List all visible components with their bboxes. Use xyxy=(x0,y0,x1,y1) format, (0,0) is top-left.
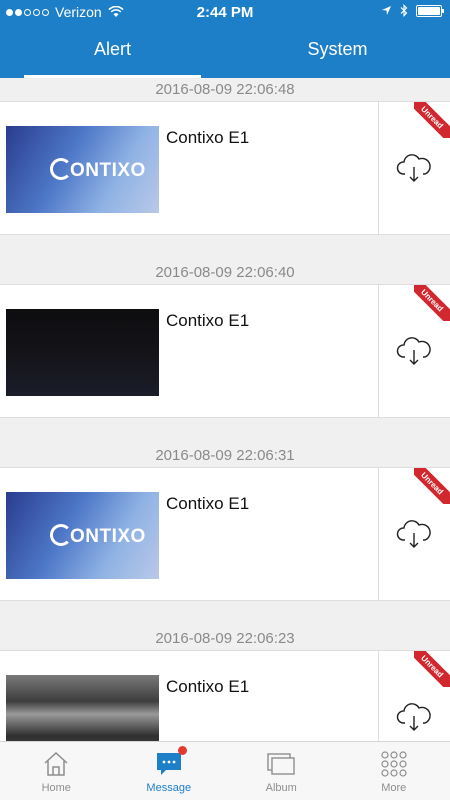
alert-device-name: Contixo E1 xyxy=(166,677,250,696)
nav-message-label: Message xyxy=(146,782,192,794)
cloud-download-icon[interactable] xyxy=(396,333,432,369)
unread-ribbon: Unread xyxy=(414,285,450,321)
alert-thumbnail[interactable]: ONTIXO xyxy=(6,492,159,579)
location-arrow-icon xyxy=(382,6,391,15)
divider xyxy=(378,468,379,600)
divider xyxy=(378,285,379,417)
divider xyxy=(378,651,379,741)
alert-device-name: Contixo E1 xyxy=(166,311,250,330)
alert-thumbnail[interactable]: ONTIXO xyxy=(6,126,159,213)
unread-ribbon: Unread xyxy=(414,468,450,504)
alert-card[interactable]: Contixo E1 Unread xyxy=(0,650,450,741)
unread-ribbon: Unread xyxy=(414,651,450,687)
alert-thumbnail[interactable] xyxy=(6,309,159,396)
alert-timestamp: 2016-08-09 22:06:48 xyxy=(155,81,295,98)
bluetooth-icon xyxy=(400,4,408,17)
nav-more[interactable]: More xyxy=(338,742,450,800)
nav-home[interactable]: Home xyxy=(0,742,113,800)
alert-card[interactable]: ONTIXO Contixo E1 Unread xyxy=(0,101,450,235)
alert-timestamp: 2016-08-09 22:06:40 xyxy=(155,264,295,281)
status-right xyxy=(381,4,444,17)
bottom-nav: Home Message Album More xyxy=(0,741,450,800)
alert-thumbnail[interactable] xyxy=(6,675,159,741)
nav-message[interactable]: Message xyxy=(113,742,226,800)
alert-card[interactable]: ONTIXO Contixo E1 Unread xyxy=(0,467,450,601)
home-icon xyxy=(44,751,68,776)
contixo-logo: ONTIXO xyxy=(50,158,146,182)
nav-home-label: Home xyxy=(41,782,71,794)
alert-timestamp: 2016-08-09 22:06:31 xyxy=(155,447,295,464)
alert-device-name: Contixo E1 xyxy=(166,494,250,513)
nav-album-label: Album xyxy=(265,782,297,794)
cloud-download-icon[interactable] xyxy=(396,150,432,186)
album-icon xyxy=(267,753,295,775)
tab-bar: Alert System xyxy=(0,24,450,78)
battery-icon xyxy=(416,4,444,17)
alert-timestamp: 2016-08-09 22:06:23 xyxy=(155,630,295,647)
alert-card[interactable]: Contixo E1 Unread xyxy=(0,284,450,418)
alert-device-name: Contixo E1 xyxy=(166,128,250,147)
message-icon xyxy=(156,753,181,775)
nav-more-label: More xyxy=(381,782,407,794)
nav-album[interactable]: Album xyxy=(225,742,338,800)
unread-ribbon: Unread xyxy=(414,102,450,138)
contixo-logo: ONTIXO xyxy=(50,524,146,548)
tab-system[interactable]: System xyxy=(225,24,450,78)
divider xyxy=(378,102,379,234)
more-grid-icon xyxy=(381,751,407,777)
alert-list[interactable]: 2016-08-09 22:06:48 ONTIXO Contixo E1 Un… xyxy=(0,78,450,741)
tab-alert[interactable]: Alert xyxy=(0,24,225,78)
cloud-download-icon[interactable] xyxy=(396,516,432,552)
cloud-download-icon[interactable] xyxy=(396,699,432,735)
status-bar: Verizon 2:44 PM xyxy=(0,0,450,24)
notification-badge xyxy=(177,746,187,755)
